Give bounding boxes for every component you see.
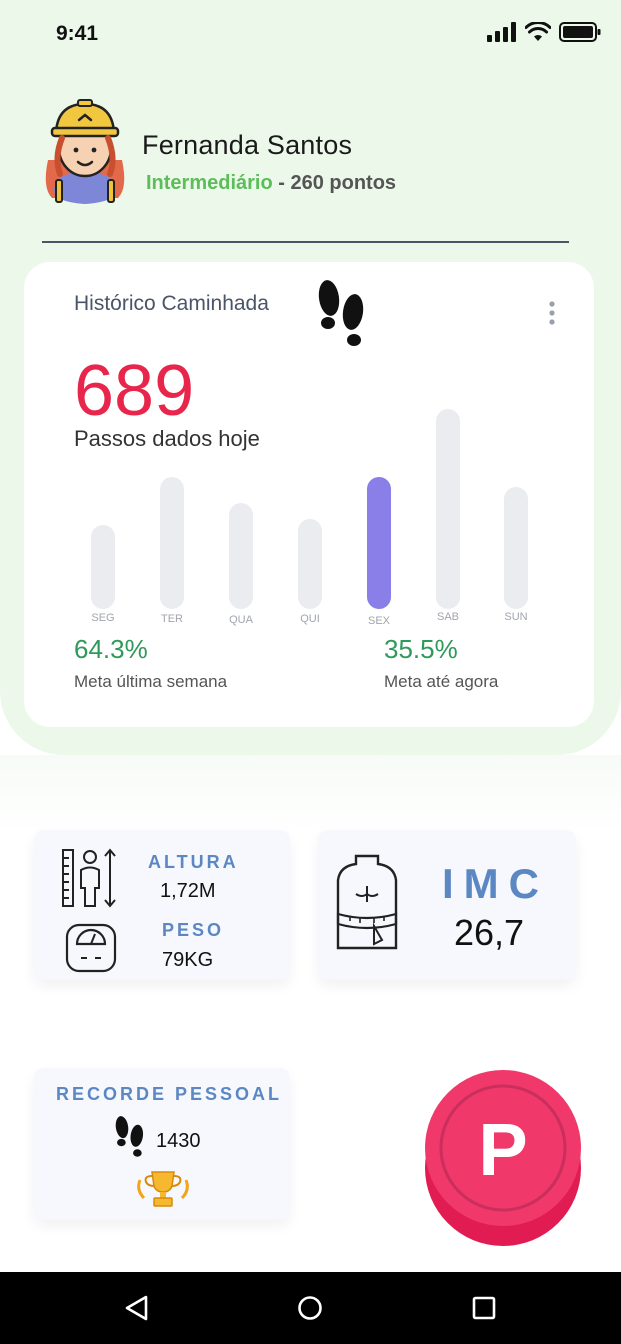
footprints-icon bbox=[115, 1116, 144, 1157]
weight-label: PESO bbox=[162, 920, 225, 940]
status-time: 9:41 bbox=[56, 22, 99, 45]
wifi-icon bbox=[525, 22, 551, 41]
signal-icon bbox=[487, 22, 516, 42]
weight-scale-icon bbox=[65, 923, 117, 973]
bar-sun[interactable] bbox=[504, 487, 528, 609]
height-measure-icon bbox=[62, 848, 116, 908]
back-icon[interactable] bbox=[124, 1295, 150, 1321]
home-icon[interactable] bbox=[297, 1295, 323, 1321]
imc-value: 26,7 bbox=[454, 912, 525, 953]
user-points: - 260 pontos bbox=[272, 172, 397, 194]
trophy-icon bbox=[137, 1171, 189, 1207]
bar-label-sun: SUN bbox=[504, 611, 527, 623]
bar-label-sab: SAB bbox=[437, 611, 459, 623]
fab-label: P bbox=[478, 1108, 528, 1191]
bar-label-seg: SEG bbox=[91, 612, 114, 624]
avatar[interactable] bbox=[36, 98, 134, 208]
height-label: ALTURA bbox=[148, 852, 239, 872]
user-level-row: Intermediário - 260 pontos bbox=[146, 172, 396, 195]
bar-label-sex: SEX bbox=[368, 615, 391, 627]
bar-seg[interactable] bbox=[91, 525, 115, 609]
walk-history-card: Histórico Caminhada 689 Passos dados hoj… bbox=[24, 262, 594, 727]
goal-last-week-value: 64.3% bbox=[74, 634, 148, 664]
bar-qua[interactable] bbox=[229, 503, 253, 609]
bar-sab[interactable] bbox=[436, 409, 460, 609]
user-level: Intermediário bbox=[146, 172, 273, 194]
status-bar: 9:41 bbox=[0, 0, 621, 68]
bar-qui[interactable] bbox=[298, 519, 322, 609]
bar-label-ter: TER bbox=[161, 613, 183, 625]
bar-label-qua: QUA bbox=[229, 614, 254, 626]
divider bbox=[42, 241, 569, 243]
record-value: 1430 bbox=[156, 1130, 201, 1152]
record-label: RECORDE PESSOAL bbox=[56, 1084, 283, 1104]
goal-so-far-caption: Meta até agora bbox=[384, 672, 499, 691]
height-value: 1,72M bbox=[160, 880, 216, 902]
body-measure-icon bbox=[336, 854, 398, 950]
goal-last-week-caption: Meta última semana bbox=[74, 672, 228, 691]
status-icons bbox=[487, 22, 601, 42]
background-fade bbox=[0, 755, 621, 835]
imc-label: IMC bbox=[442, 860, 549, 907]
personal-record-tile[interactable]: RECORDE PESSOAL 1430 bbox=[34, 1068, 290, 1220]
user-name: Fernanda Santos bbox=[142, 130, 353, 160]
imc-tile[interactable]: IMC 26,7 bbox=[318, 830, 576, 980]
weight-value: 79KG bbox=[162, 949, 214, 971]
recent-apps-icon[interactable] bbox=[472, 1296, 496, 1320]
bar-sex[interactable] bbox=[367, 477, 391, 609]
body-measurements-tile[interactable]: ALTURA 1,72M PESO 79KG bbox=[34, 830, 290, 980]
bar-label-qui: QUI bbox=[300, 613, 320, 625]
bar-ter[interactable] bbox=[160, 477, 184, 609]
navigation-bar bbox=[0, 1272, 621, 1344]
goal-so-far-value: 35.5% bbox=[384, 634, 458, 664]
battery-icon bbox=[559, 22, 601, 42]
